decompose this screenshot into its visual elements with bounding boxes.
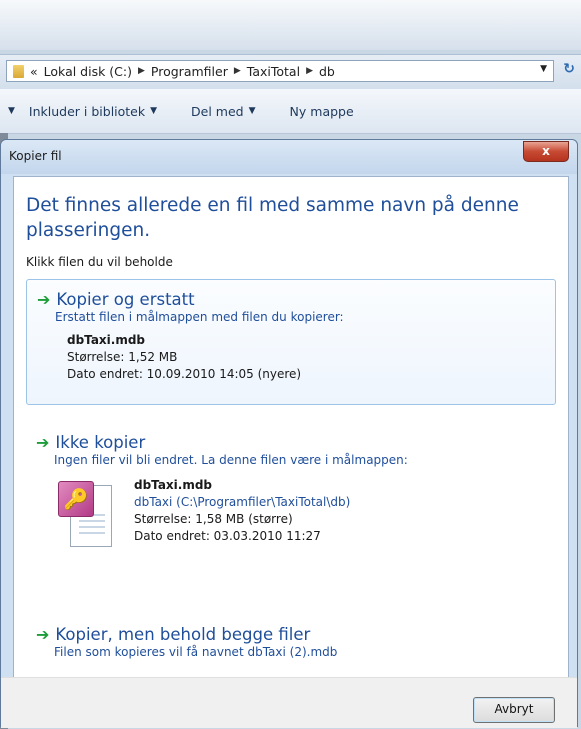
caret-down-icon: ▼ [248,106,256,116]
cancel-button[interactable]: Avbryt [473,697,555,723]
green-arrow-icon: ➔ [36,432,50,452]
explorer-toolbar: ▼ Inkluder i bibliotek ▼ Del med ▼ Ny ma… [0,89,581,134]
caret-down-icon: ▼ [150,106,158,116]
address-field[interactable]: « Lokal disk (C:) ▶ Programfiler ▶ TaxiT… [6,60,554,82]
breadcrumb-prefix[interactable]: « [30,64,38,79]
file-modified: Dato endret: 03.03.2010 11:27 [134,529,321,543]
address-dropdown-icon[interactable]: ▼ [540,64,547,74]
dialog-content: Det finnes allerede en fil med samme nav… [13,176,569,678]
refresh-icon[interactable]: ↻ [563,61,575,77]
main-instruction: Det finnes allerede en fil med samme nav… [26,195,519,241]
dialog-title: Kopier fil [9,149,62,163]
address-bar: « Lokal disk (C:) ▶ Programfiler ▶ TaxiT… [0,54,581,90]
option-description: Erstatt filen i målmappen med filen du k… [55,310,344,324]
file-modified: Dato endret: 10.09.2010 14:05 (nyere) [67,367,302,381]
option-title: Kopier og erstatt [56,290,195,309]
toolbar-label: Ny mappe [289,103,354,119]
file-size: Størrelse: 1,58 MB (større) [134,512,293,526]
option-copy-and-replace[interactable]: ➔ Kopier og erstatt Erstatt filen i målm… [26,279,556,405]
file-name: dbTaxi.mdb [134,478,213,492]
breadcrumb-item[interactable]: Lokal disk (C:) [44,64,132,79]
option-description: Ingen filer vil bli endret. La denne fil… [54,453,408,467]
chevron-right-icon[interactable]: ▶ [234,66,241,76]
share-with-button[interactable]: Del med ▼ [191,104,256,119]
explorer-window-chrome [0,0,581,50]
breadcrumb-item[interactable]: Programfiler [151,64,228,79]
file-size: Størrelse: 1,52 MB [67,350,178,364]
dialog-footer: Avbryt [1,677,577,728]
green-arrow-icon: ➔ [36,624,50,644]
organize-caret-icon[interactable]: ▼ [8,106,15,116]
green-arrow-icon: ➔ [37,289,51,309]
new-folder-button[interactable]: Ny mappe [290,104,354,119]
source-file-info: dbTaxi.mdb Størrelse: 1,52 MB Dato endre… [67,332,547,383]
chevron-right-icon[interactable]: ▶ [306,66,313,76]
toolbar-label: Inkluder i bibliotek [28,103,146,119]
file-name: dbTaxi.mdb [67,333,146,347]
folder-icon [13,64,24,78]
option-dont-copy[interactable]: ➔ Ikke kopier Ingen filer vil bli endret… [26,423,556,563]
dialog-titlebar[interactable]: Kopier fil x [1,140,577,174]
access-database-icon: 🔑 [58,479,114,551]
close-button[interactable]: x [523,141,569,162]
option-copy-keep-both[interactable]: ➔ Kopier, men behold begge filer Filen s… [26,615,556,675]
option-description: Filen som kopieres vil få navnet dbTaxi … [54,645,338,659]
toolbar-label: Del med [191,103,244,119]
destination-file-info: dbTaxi.mdb dbTaxi (C:\Programfiler\TaxiT… [134,477,350,551]
chevron-right-icon[interactable]: ▶ [138,66,145,76]
copy-file-dialog: Kopier fil x Det finnes allerede en fil … [0,139,578,728]
include-in-library-button[interactable]: Inkluder i bibliotek ▼ [29,104,157,119]
breadcrumb-item[interactable]: db [319,64,335,79]
file-path: dbTaxi (C:\Programfiler\TaxiTotal\db) [134,495,351,509]
breadcrumb-item[interactable]: TaxiTotal [247,64,300,79]
option-title: Kopier, men behold begge filer [55,625,311,644]
sub-instruction: Klikk filen du vil beholde [26,255,173,269]
option-title: Ikke kopier [55,433,146,452]
